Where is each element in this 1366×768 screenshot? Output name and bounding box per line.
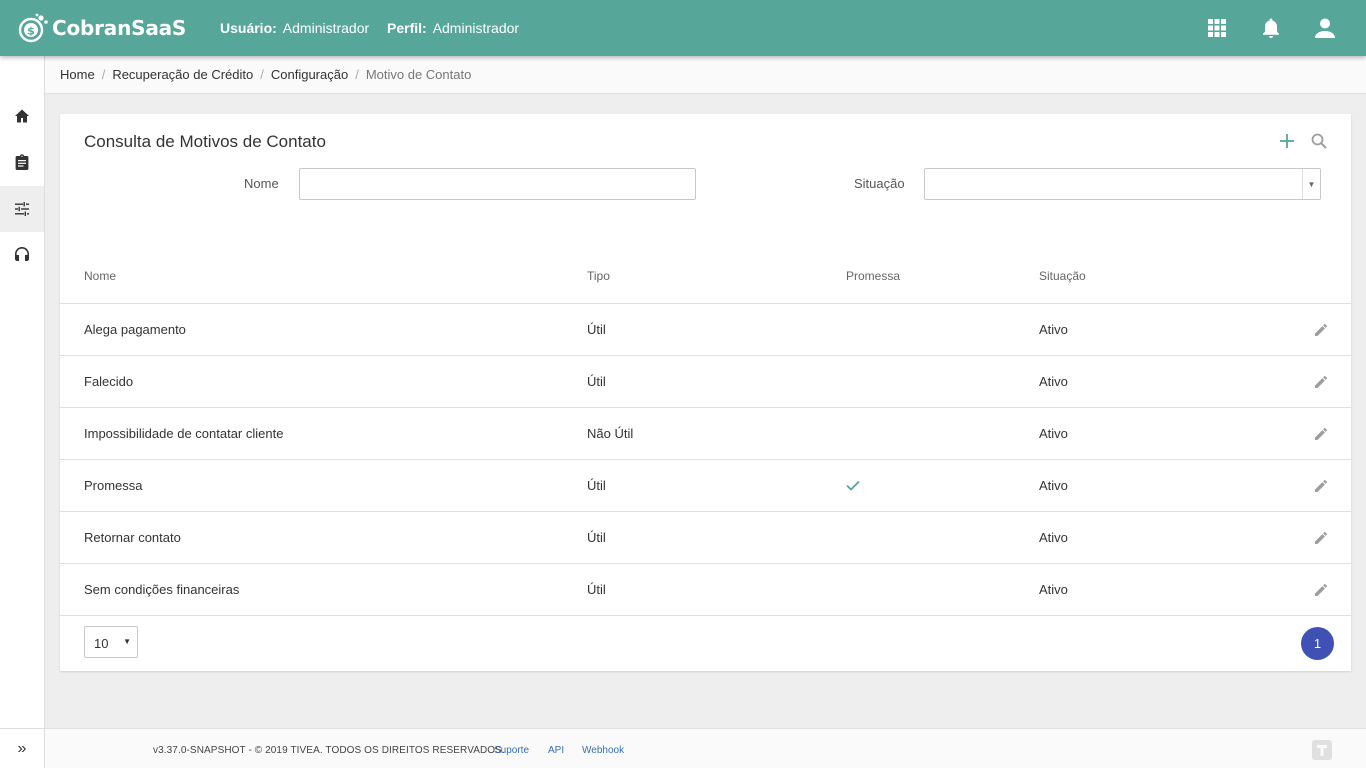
footer-link-webhook[interactable]: Webhook (582, 745, 624, 756)
cell-tipo: Útil (587, 478, 606, 493)
edit-pencil-icon[interactable] (1313, 322, 1329, 338)
home-icon (15, 109, 29, 123)
nome-label: Nome (244, 176, 279, 191)
top-app-bar: $ CobranSaaS Usuário: Administrador Perfi… (0, 0, 1366, 56)
table-header: Nome Tipo Promessa Situação (60, 254, 1351, 304)
breadcrumb-separator: / (101, 67, 106, 82)
table-row[interactable]: Sem condições financeiras Útil Ativo (60, 564, 1351, 616)
edit-pencil-icon[interactable] (1313, 478, 1329, 494)
cell-tipo: Útil (587, 530, 606, 545)
cell-situacao: Ativo (1039, 426, 1068, 441)
cell-nome: Sem condições financeiras (84, 582, 240, 597)
sliders-icon (15, 202, 29, 216)
search-icon (1311, 133, 1327, 149)
user-label: Usuário: (220, 20, 277, 36)
add-button[interactable] (1276, 130, 1298, 152)
table-row[interactable]: Promessa Útil Ativo (60, 460, 1351, 512)
search-card: Consulta de Motivos de Contato Nome Situ… (60, 114, 1351, 671)
column-header-nome[interactable]: Nome (84, 269, 116, 283)
cell-nome: Alega pagamento (84, 322, 186, 337)
brand-logo[interactable]: $ CobranSaaS (18, 10, 186, 46)
tivea-logo-icon (1312, 740, 1332, 760)
edit-pencil-icon[interactable] (1313, 582, 1329, 598)
edit-pencil-icon[interactable] (1313, 426, 1329, 442)
breadcrumb-configuracao[interactable]: Configuração (271, 67, 348, 82)
user-info: Usuário: Administrador (220, 20, 369, 36)
cell-tipo: Útil (587, 582, 606, 597)
coin-logo-icon: $ (18, 12, 50, 44)
account-icon[interactable] (1311, 14, 1339, 42)
nome-input[interactable] (299, 168, 696, 200)
sidebar-item-clipboard[interactable] (0, 139, 44, 185)
brand-name: CobranSaaS (52, 16, 187, 40)
search-button[interactable] (1308, 130, 1330, 152)
table-row[interactable]: Alega pagamento Útil Ativo (60, 304, 1351, 356)
profile-info: Perfil: Administrador (387, 20, 519, 36)
cell-situacao: Ativo (1039, 530, 1068, 545)
profile-label: Perfil: (387, 20, 427, 36)
chevron-down-icon: ▼ (1302, 169, 1320, 199)
cell-tipo: Útil (587, 322, 606, 337)
breadcrumb-home[interactable]: Home (60, 67, 95, 82)
profile-value: Administrador (432, 20, 520, 36)
table-row[interactable]: Falecido Útil Ativo (60, 356, 1351, 408)
table-row[interactable]: Retornar contato Útil Ativo (60, 512, 1351, 564)
sidebar-item-settings[interactable] (0, 186, 44, 232)
column-header-situacao[interactable]: Situação (1039, 269, 1086, 283)
plus-icon (1280, 134, 1294, 148)
sidebar: » (0, 56, 45, 768)
user-value: Administrador (282, 20, 370, 36)
cell-tipo: Não Útil (587, 426, 634, 441)
cell-situacao: Ativo (1039, 374, 1068, 389)
clipboard-icon (15, 154, 29, 170)
headset-icon (15, 247, 29, 261)
breadcrumb-separator: / (355, 67, 359, 82)
page-size-select[interactable]: 10 ▼ (84, 626, 138, 658)
situacao-label: Situação (854, 176, 905, 191)
cell-nome: Falecido (84, 374, 134, 389)
breadcrumb-current: Motivo de Contato (365, 67, 472, 82)
cell-situacao: Ativo (1039, 582, 1068, 597)
table-row[interactable]: Impossibilidade de contatar cliente Não … (60, 408, 1351, 460)
expand-sidebar-button[interactable]: » (0, 728, 44, 768)
cell-nome: Retornar contato (84, 530, 181, 545)
cell-situacao: Ativo (1039, 322, 1068, 337)
copyright-text: v3.37.0-SNAPSHOT - © 2019 TIVEA. TODOS O… (153, 745, 505, 756)
cell-nome: Promessa (84, 478, 143, 493)
svg-text:$: $ (27, 25, 35, 38)
chevron-down-icon: ▼ (123, 637, 131, 646)
cell-nome: Impossibilidade de contatar cliente (84, 426, 284, 441)
footer-link-api[interactable]: API (548, 745, 564, 756)
breadcrumb: Home / Recuperação de Crédito / Configur… (45, 56, 1366, 94)
cell-situacao: Ativo (1039, 478, 1068, 493)
sidebar-item-support[interactable] (0, 231, 44, 277)
situacao-select[interactable]: ▼ (924, 168, 1321, 200)
sidebar-item-home[interactable] (0, 93, 44, 139)
footer-link-suporte[interactable]: Suporte (494, 745, 529, 756)
footer: v3.37.0-SNAPSHOT - © 2019 TIVEA. TODOS O… (45, 728, 1366, 768)
breadcrumb-recuperacao[interactable]: Recuperação de Crédito (112, 67, 253, 82)
edit-pencil-icon[interactable] (1313, 530, 1329, 546)
column-header-promessa[interactable]: Promessa (846, 269, 900, 283)
check-icon (846, 480, 860, 491)
apps-grid-icon[interactable] (1203, 14, 1231, 42)
page-size-value: 10 (94, 636, 109, 651)
cell-tipo: Útil (587, 374, 606, 389)
page-title: Consulta de Motivos de Contato (84, 132, 326, 151)
breadcrumb-separator: / (260, 67, 264, 82)
page-button-1[interactable]: 1 (1301, 627, 1334, 660)
bell-icon[interactable] (1257, 14, 1285, 42)
edit-pencil-icon[interactable] (1313, 374, 1329, 390)
column-header-tipo[interactable]: Tipo (587, 269, 610, 283)
